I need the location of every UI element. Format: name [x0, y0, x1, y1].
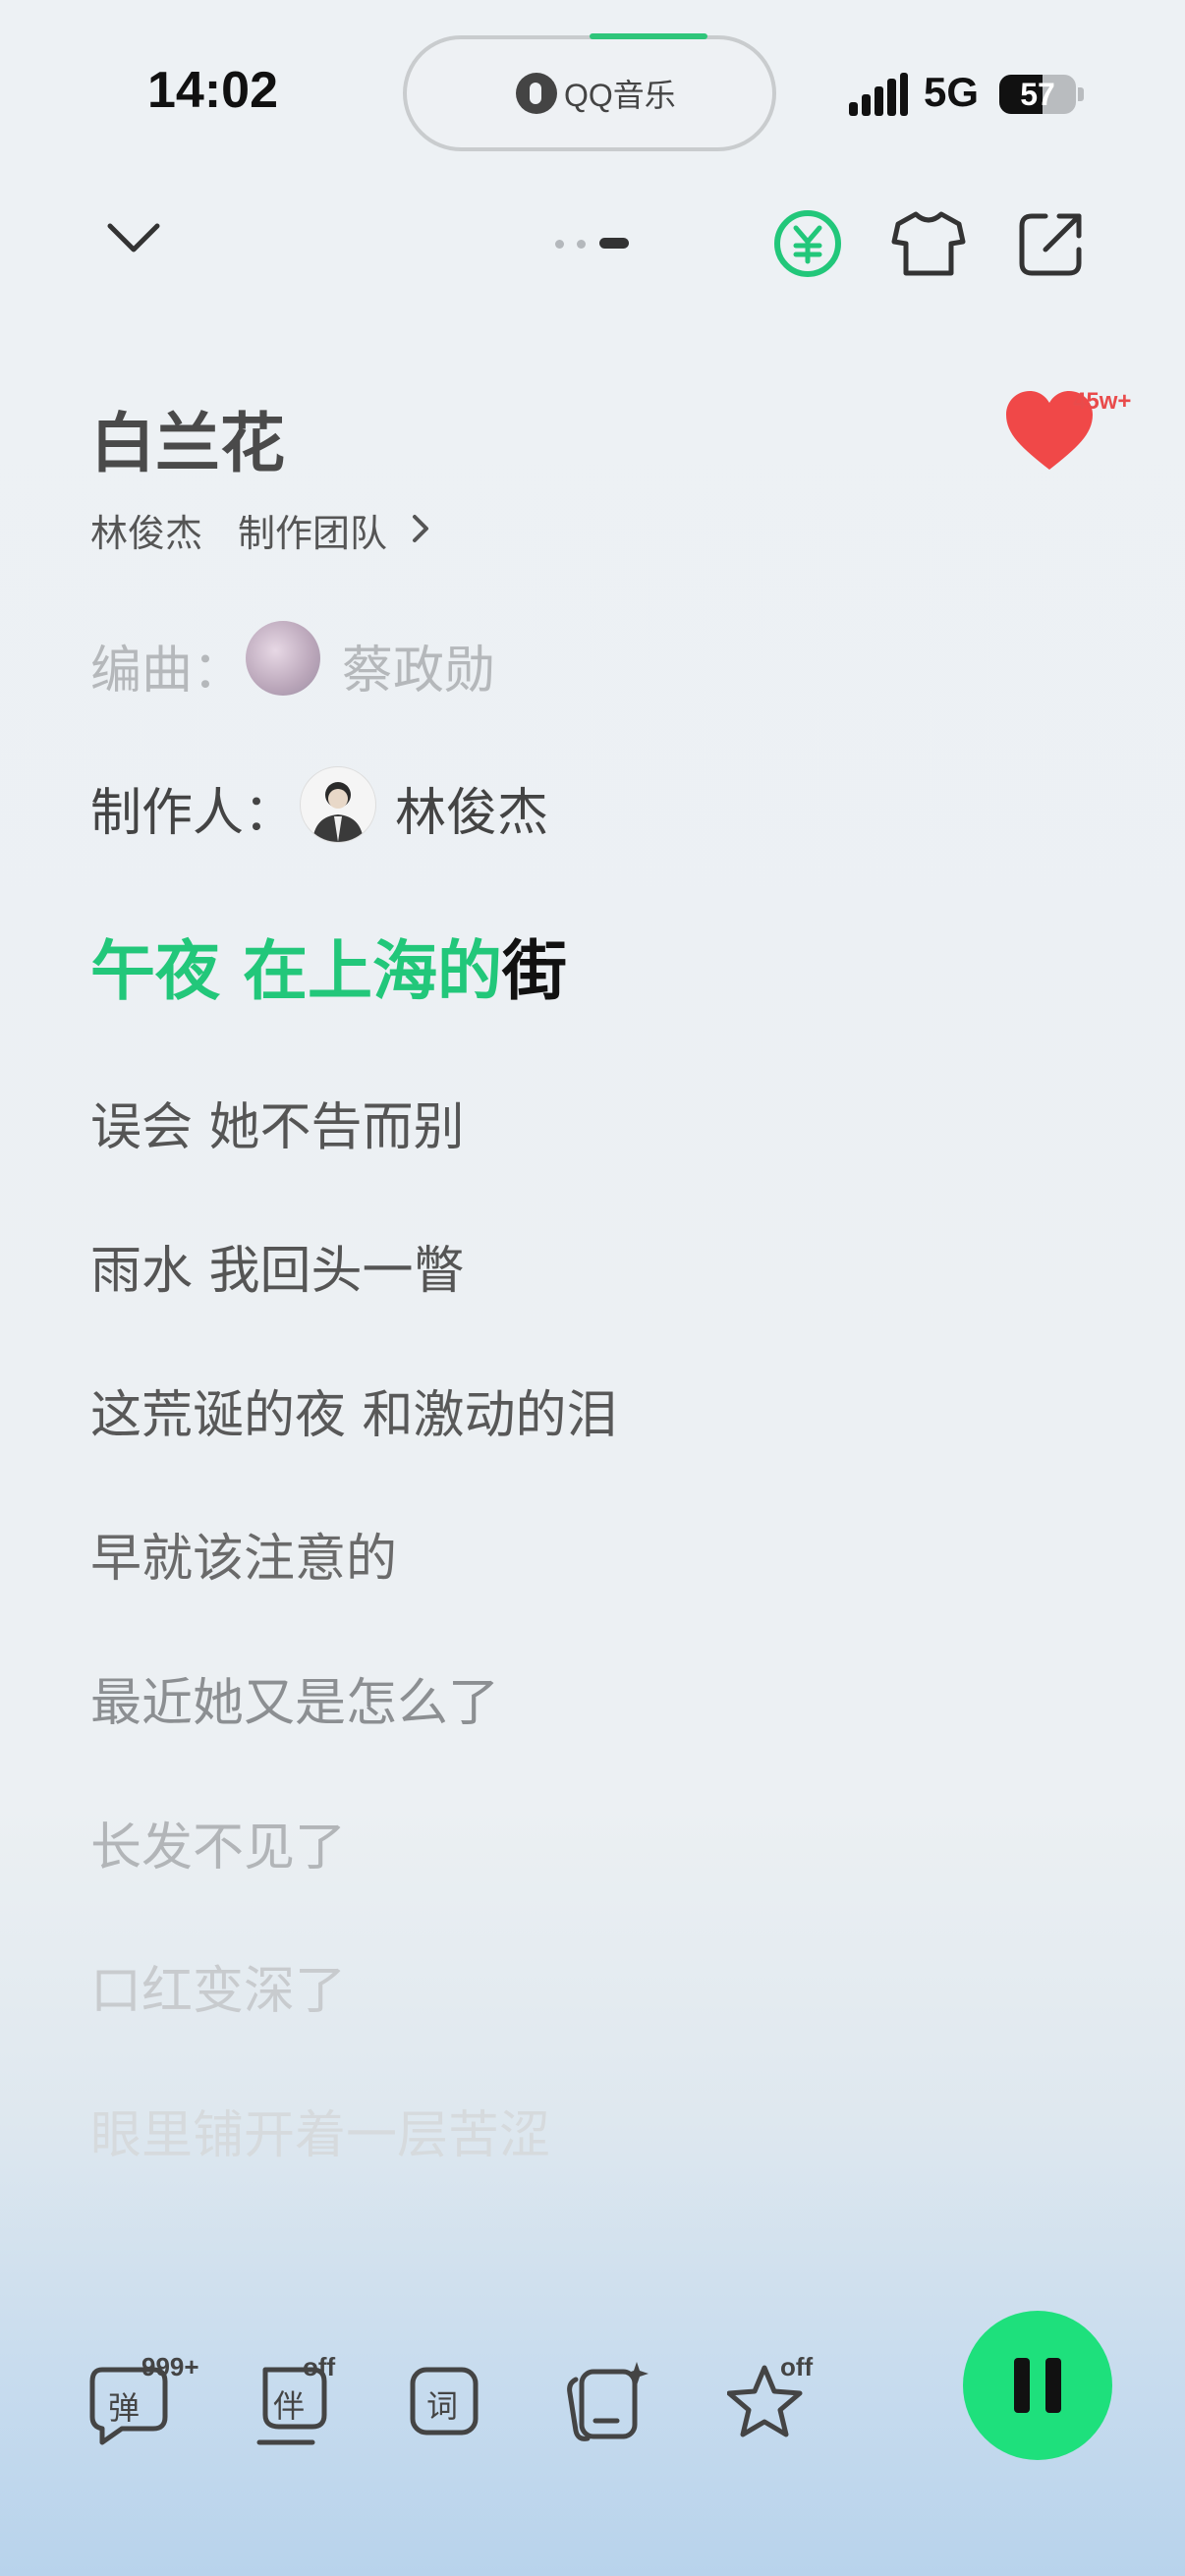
lyric-unsung-part: 街 — [501, 933, 567, 1009]
lyric-line[interactable]: 眼里铺开着一层苦涩 — [90, 2094, 550, 2167]
production-team-link[interactable]: 制作团队 — [238, 503, 387, 557]
favorite-star-button[interactable]: off — [727, 2352, 816, 2450]
producer-avatar[interactable] — [300, 766, 376, 843]
lyric-line[interactable]: 误会 她不告而别 — [90, 1086, 465, 1159]
skin-tshirt-icon[interactable] — [890, 208, 967, 279]
producer-label: 制作人： — [90, 784, 296, 843]
page-indicator — [555, 238, 634, 250]
lyrics-label: 词 — [426, 2387, 459, 2425]
danmaku-label: 弹 — [108, 2389, 141, 2427]
artist-link[interactable]: 林俊杰 — [90, 503, 202, 557]
arranger-name[interactable]: 蔡政勋 — [342, 629, 495, 702]
song-title: 白兰花 — [90, 406, 285, 481]
lyric-line[interactable]: 最近她又是怎么了 — [90, 1661, 499, 1735]
arranger-label: 编曲： — [90, 642, 245, 700]
accompany-button[interactable]: 伴 off — [254, 2352, 342, 2450]
vip-yen-icon[interactable] — [772, 208, 843, 279]
producer-name[interactable]: 林俊杰 — [395, 771, 548, 845]
network-type: 5G — [924, 69, 980, 115]
favorite-off-badge: off — [780, 2352, 814, 2381]
status-time: 14:02 — [147, 62, 278, 119]
accompany-off-badge: off — [303, 2352, 336, 2381]
pause-bar-left — [1014, 2358, 1030, 2413]
lyrics-settings-button[interactable]: 词 — [407, 2362, 495, 2450]
danmaku-button[interactable]: 弹 999+ — [86, 2352, 199, 2450]
arranger-avatar[interactable] — [246, 621, 320, 696]
lyric-line[interactable]: 这荒诞的夜 和激动的泪 — [90, 1373, 618, 1447]
island-progress — [590, 33, 707, 39]
lyric-poster-button[interactable] — [562, 2362, 650, 2450]
pause-button[interactable] — [963, 2311, 1112, 2460]
accompany-label: 伴 — [273, 2387, 306, 2425]
current-lyric-line[interactable]: 午夜 在上海的街 — [90, 919, 567, 1013]
signal-icon — [849, 73, 908, 116]
share-icon[interactable] — [1016, 208, 1087, 279]
chevron-right-icon — [413, 515, 428, 542]
lyric-line[interactable]: 口红变深了 — [90, 1949, 346, 2023]
pause-bar-right — [1045, 2358, 1061, 2413]
lyric-line[interactable]: 长发不见了 — [90, 1806, 346, 1879]
poster-sparkle-icon — [567, 2362, 649, 2441]
person-avatar-icon — [312, 782, 364, 842]
battery-level: 57 — [1020, 77, 1055, 112]
battery-tip — [1078, 87, 1084, 101]
lyric-line[interactable]: 早就该注意的 — [90, 1517, 397, 1591]
danmaku-count-badge: 999+ — [141, 2352, 199, 2381]
collapse-chevron-down-icon[interactable] — [104, 218, 163, 257]
lyric-line[interactable]: 雨水 我回头一瞥 — [90, 1229, 465, 1303]
battery-icon: 57 — [999, 75, 1076, 114]
island-app-name: QQ音乐 — [564, 78, 676, 113]
lyric-sung-part: 午夜 在上海的 — [90, 933, 502, 1009]
like-count: 45w+ — [1073, 388, 1132, 415]
qq-music-logo-icon — [516, 73, 557, 114]
